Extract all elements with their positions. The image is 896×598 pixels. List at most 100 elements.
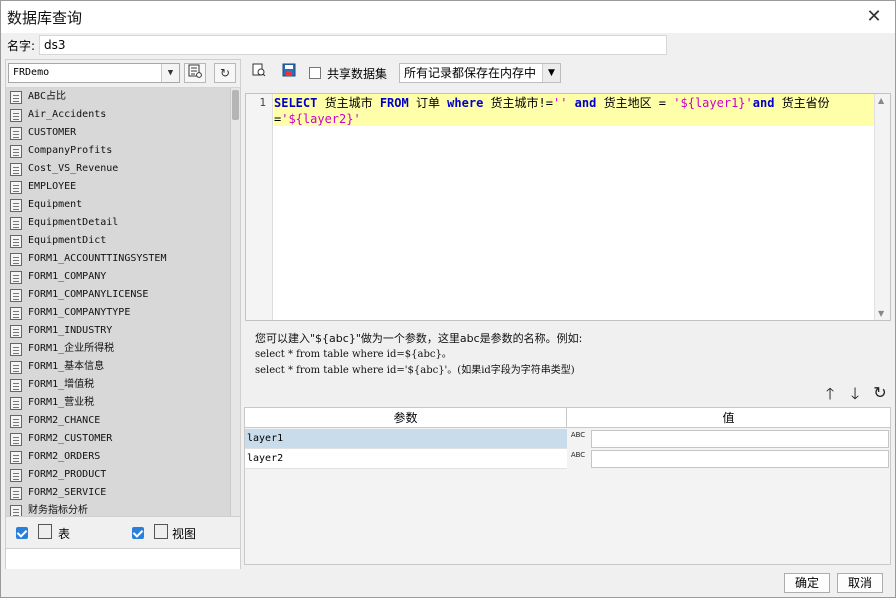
table-list-item[interactable]: Equipment bbox=[6, 196, 240, 214]
parameter-value-input[interactable] bbox=[591, 450, 889, 468]
table-list-scrollbar[interactable] bbox=[230, 88, 240, 516]
chevron-down-icon[interactable]: ▼ bbox=[542, 64, 560, 82]
table-list-item[interactable]: FORM1_营业税 bbox=[6, 394, 240, 412]
table-list-item[interactable]: EquipmentDetail bbox=[6, 214, 240, 232]
name-row: 名字: ds3 bbox=[1, 33, 895, 57]
table-icon bbox=[10, 343, 22, 356]
edit-connection-icon bbox=[188, 64, 202, 78]
name-label: 名字: bbox=[7, 39, 36, 53]
table-list-item[interactable]: FORM1_基本信息 bbox=[6, 358, 240, 376]
table-list-item[interactable]: FORM2_ORDERS bbox=[6, 448, 240, 466]
share-dataset-checkbox[interactable] bbox=[309, 67, 321, 79]
table-list-item[interactable]: Air_Accidents bbox=[6, 106, 240, 124]
table-icon bbox=[10, 181, 22, 194]
ok-button[interactable]: 确定 bbox=[784, 573, 830, 593]
move-down-icon[interactable]: 🡓 bbox=[846, 383, 864, 410]
show-views-checkbox[interactable] bbox=[132, 527, 144, 539]
sql-token: 货主城市!= bbox=[483, 96, 553, 110]
refresh-icon[interactable]: ↻ bbox=[214, 63, 236, 83]
sql-token: and bbox=[752, 96, 775, 110]
show-tables-label: 表 bbox=[58, 527, 71, 541]
name-input[interactable]: ds3 bbox=[39, 35, 667, 55]
table-list-item[interactable]: FORM2_SERVICE bbox=[6, 484, 240, 502]
table-name: 财务指标分析 bbox=[28, 505, 88, 516]
table-list-item[interactable]: FORM1_COMPANYTYPE bbox=[6, 304, 240, 322]
sql-text[interactable]: SELECT 货主城市 FROM 订单 where 货主城市!='' and 货… bbox=[274, 95, 874, 127]
table-name: EquipmentDict bbox=[28, 235, 107, 246]
table-list-item[interactable]: EquipmentDict bbox=[6, 232, 240, 250]
table-icon bbox=[10, 199, 22, 212]
parameter-name[interactable]: layer2 bbox=[245, 449, 567, 469]
table-list-item[interactable]: FORM2_PRODUCT bbox=[6, 466, 240, 484]
table-icon bbox=[10, 307, 22, 320]
table-icon bbox=[10, 271, 22, 284]
memory-mode-value: 所有记录都保存在内存中 bbox=[404, 66, 537, 80]
column-header-param: 参数 bbox=[245, 408, 567, 428]
table-icon bbox=[10, 397, 22, 410]
table-list-item[interactable]: FORM2_CUSTOMER bbox=[6, 430, 240, 448]
table-name: FORM1_ACCOUNTTINGSYSTEM bbox=[28, 253, 167, 264]
table-list-item[interactable]: EMPLOYEE bbox=[6, 178, 240, 196]
preview-icon[interactable] bbox=[249, 63, 269, 83]
table-list-item[interactable]: FORM2_CHANCE bbox=[6, 412, 240, 430]
table-list: ABC占比 Air_Accidents CUSTOMER CompanyProfits… bbox=[6, 88, 240, 516]
left-status-area bbox=[6, 548, 240, 568]
cancel-button[interactable]: 取消 bbox=[837, 573, 883, 593]
sql-token: where bbox=[447, 96, 484, 110]
table-icon bbox=[10, 505, 22, 516]
table-list-item[interactable]: 财务指标分析 bbox=[6, 502, 240, 516]
share-dataset-label: 共享数据集 bbox=[327, 67, 388, 81]
table-name: CompanyProfits bbox=[28, 145, 113, 156]
scrollbar-thumb[interactable] bbox=[232, 90, 239, 120]
table-browser-panel: FRDemo ▼ ↻ ABC占比 Air_Accidents CUSTOMER Com… bbox=[5, 59, 241, 571]
column-header-value: 值 bbox=[567, 408, 890, 428]
table-name: FORM1_营业税 bbox=[28, 397, 95, 408]
sql-token: 货主地区 = bbox=[596, 96, 674, 110]
query-toolbar: 共享数据集 所有记录都保存在内存中 ▼ bbox=[245, 59, 891, 87]
table-name: FORM1_COMPANYLICENSE bbox=[28, 289, 149, 300]
table-list-item[interactable]: ABC占比 bbox=[6, 88, 240, 106]
editor-scrollbar[interactable]: ▲ ▼ bbox=[874, 94, 890, 320]
connection-select[interactable]: FRDemo ▼ bbox=[8, 63, 180, 83]
sql-token: SELECT bbox=[274, 96, 318, 110]
table-list-item[interactable]: FORM1_COMPANYLICENSE bbox=[6, 286, 240, 304]
save-icon[interactable] bbox=[279, 63, 299, 83]
table-name: Cost_VS_Revenue bbox=[28, 163, 119, 174]
parameter-row[interactable]: layer1 ABC bbox=[245, 429, 890, 449]
sql-token: '${layer1}' bbox=[673, 96, 753, 110]
sql-token: '' bbox=[552, 96, 568, 110]
close-icon[interactable]: ✕ bbox=[863, 6, 885, 28]
parameter-type-icon[interactable]: ABC bbox=[567, 449, 589, 469]
dialog-body: FRDemo ▼ ↻ ABC占比 Air_Accidents CUSTOMER Com… bbox=[1, 57, 895, 571]
scroll-down-icon[interactable]: ▼ bbox=[878, 309, 884, 318]
table-list-item[interactable]: FORM1_COMPANY bbox=[6, 268, 240, 286]
refresh-params-icon[interactable]: ↻ bbox=[871, 383, 889, 402]
parameter-name[interactable]: layer1 bbox=[245, 429, 567, 449]
memory-mode-select[interactable]: 所有记录都保存在内存中 ▼ bbox=[399, 63, 561, 83]
table-icon bbox=[10, 235, 22, 248]
scroll-up-icon[interactable]: ▲ bbox=[878, 96, 884, 105]
sql-editor[interactable]: 1 SELECT 货主城市 FROM 订单 where 货主城市!='' and… bbox=[245, 93, 891, 321]
table-list-item[interactable]: Cost_VS_Revenue bbox=[6, 160, 240, 178]
chevron-down-icon[interactable]: ▼ bbox=[161, 64, 179, 82]
line-number: 1 bbox=[246, 94, 273, 320]
move-up-icon[interactable]: 🡑 bbox=[821, 383, 839, 410]
table-list-item[interactable]: CUSTOMER bbox=[6, 124, 240, 142]
table-list-item[interactable]: FORM1_增值税 bbox=[6, 376, 240, 394]
table-icon bbox=[10, 145, 22, 158]
parameter-value-input[interactable] bbox=[591, 430, 889, 448]
table-list-item[interactable]: FORM1_企业所得税 bbox=[6, 340, 240, 358]
table-list-item[interactable]: FORM1_INDUSTRY bbox=[6, 322, 240, 340]
table-icon bbox=[10, 253, 22, 266]
table-name: FORM2_SERVICE bbox=[28, 487, 107, 498]
table-list-item[interactable]: CompanyProfits bbox=[6, 142, 240, 160]
edit-connection-button[interactable] bbox=[184, 63, 206, 83]
parameter-type-icon[interactable]: ABC bbox=[567, 429, 589, 449]
table-name: FORM1_增值税 bbox=[28, 379, 95, 390]
hint-line-2: select * from table where id=${abc}。 bbox=[255, 349, 452, 360]
parameter-row[interactable]: layer2 ABC bbox=[245, 449, 890, 469]
show-tables-checkbox[interactable] bbox=[16, 527, 28, 539]
sql-token: FROM bbox=[379, 96, 409, 110]
table-name: FORM2_CUSTOMER bbox=[28, 433, 113, 444]
table-list-item[interactable]: FORM1_ACCOUNTTINGSYSTEM bbox=[6, 250, 240, 268]
